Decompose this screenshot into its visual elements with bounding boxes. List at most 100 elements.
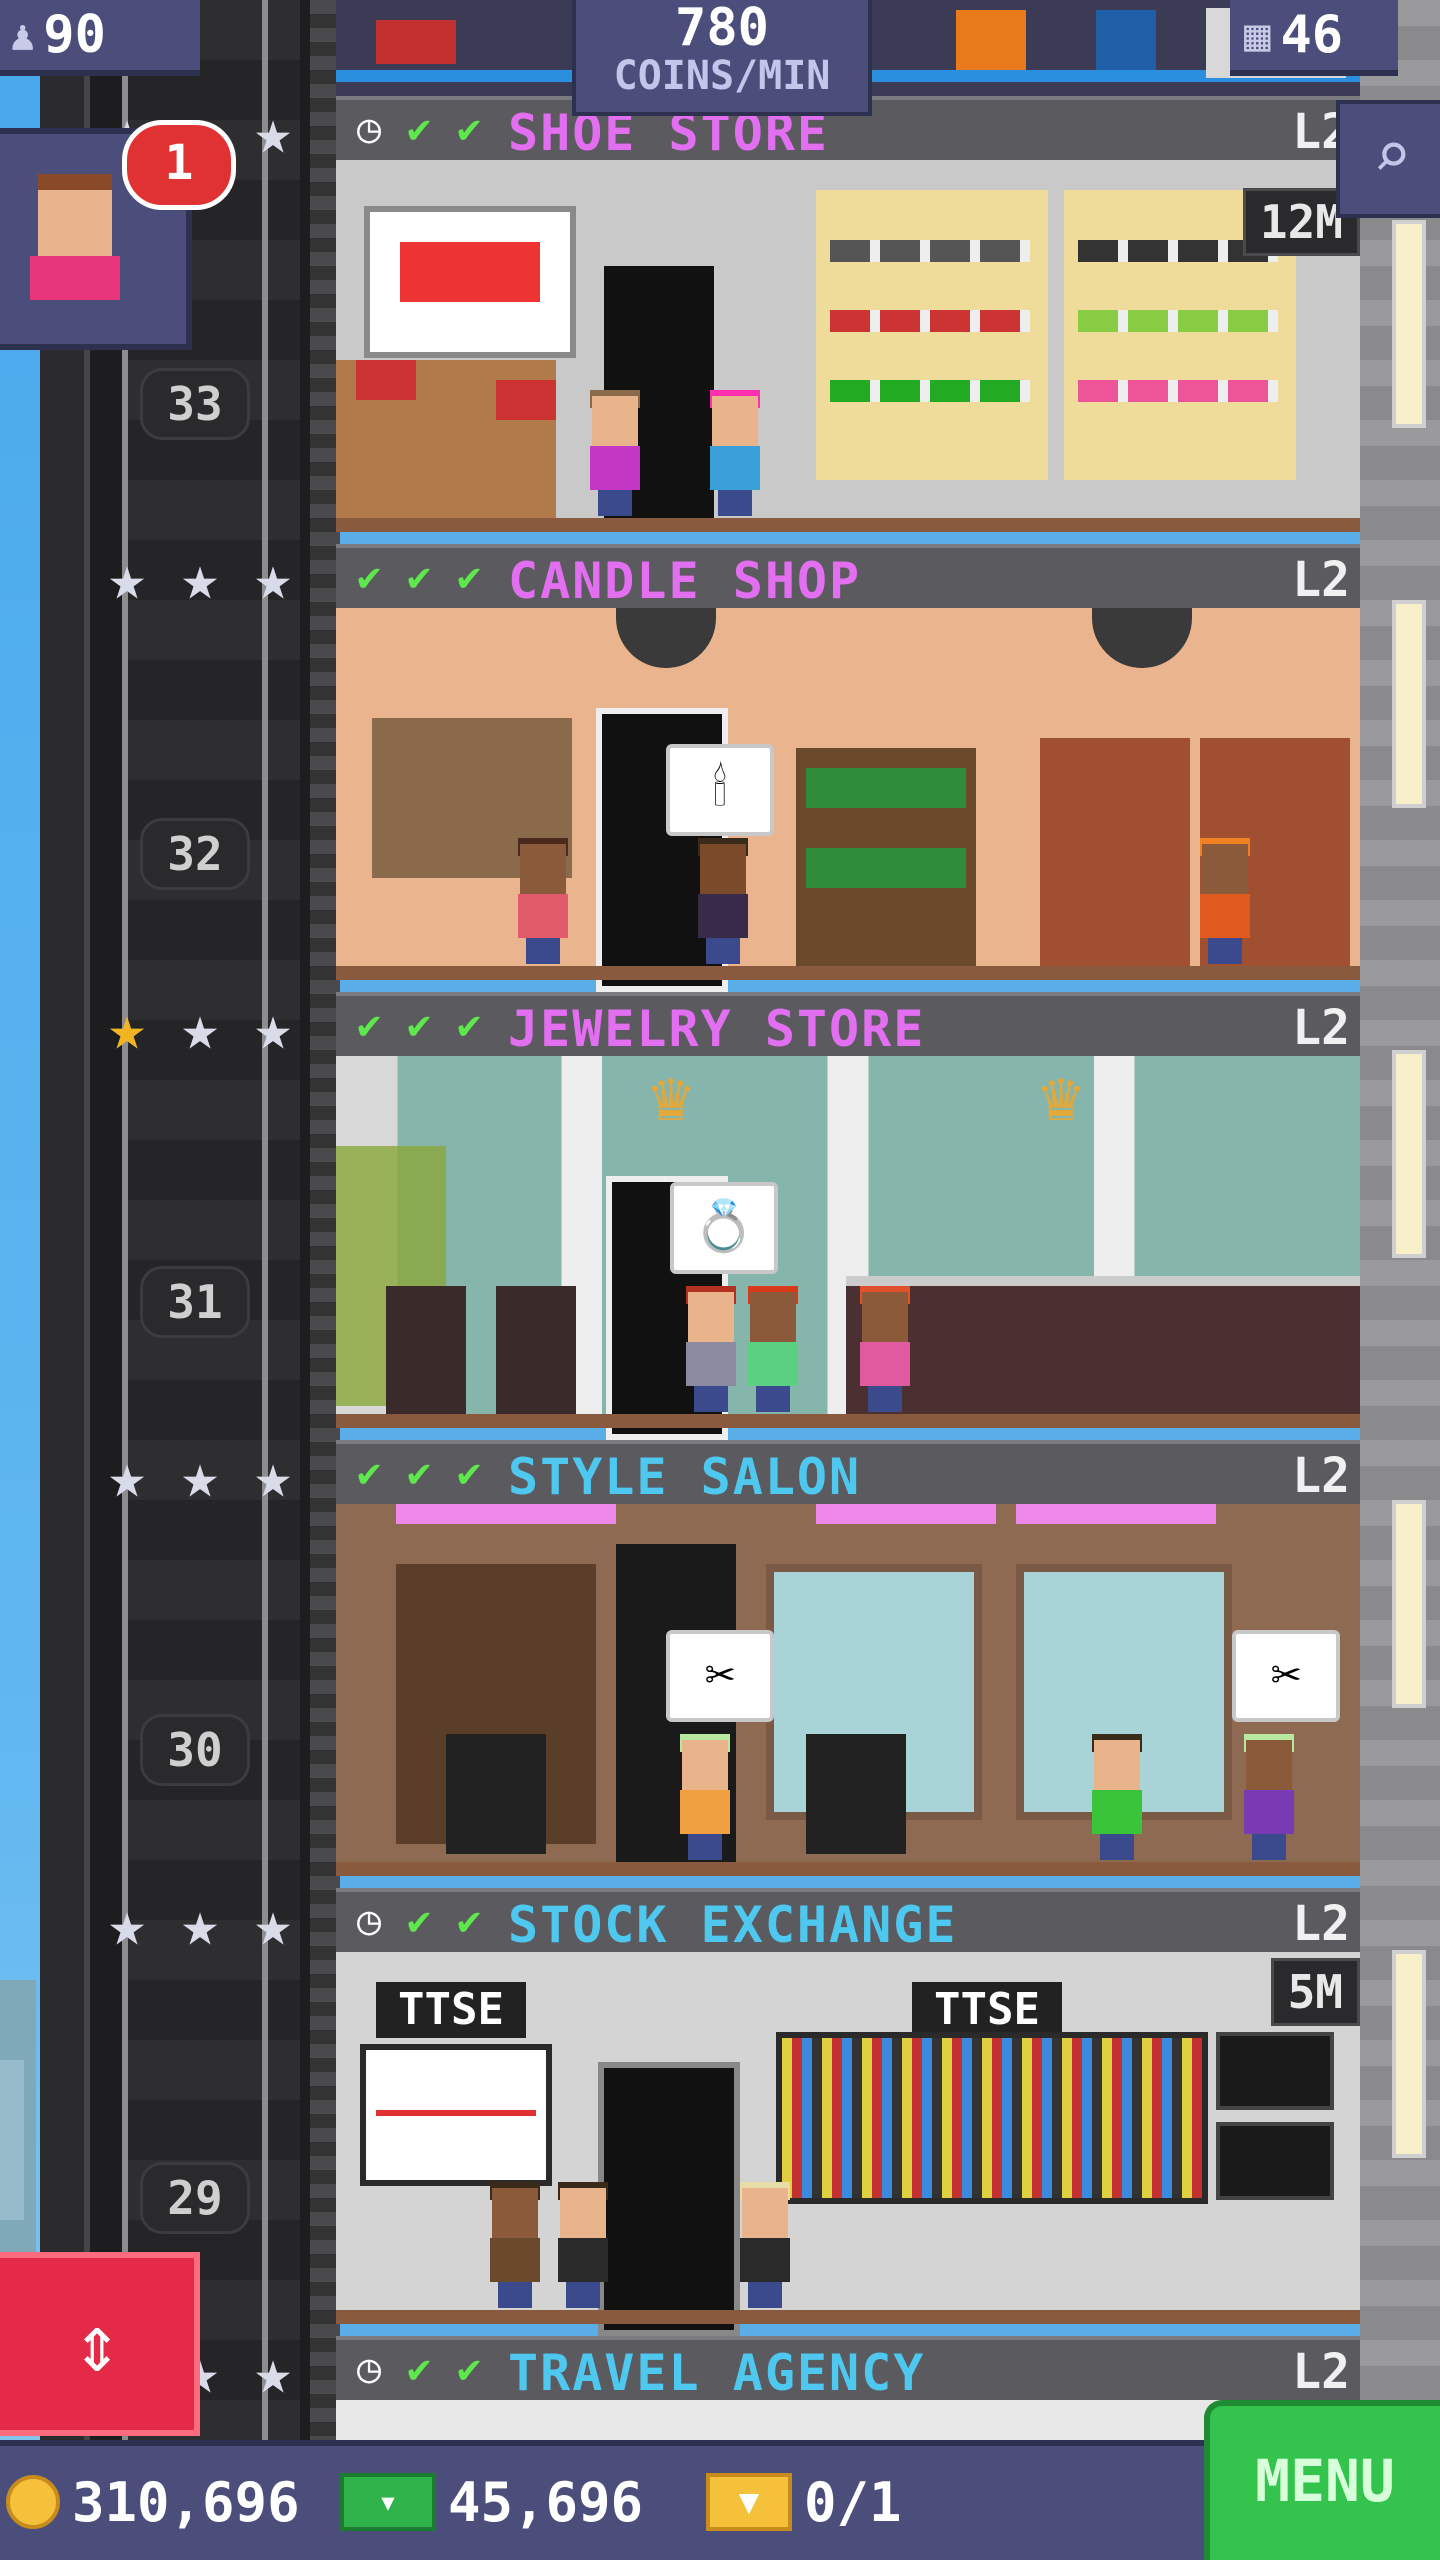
floor-level: L2 [1292,1448,1350,1504]
candle-table [796,748,976,968]
stock-monitor [1216,2032,1334,2110]
window [1392,600,1426,808]
restock-timer: 5M [1270,1958,1360,2026]
stock-chart-screen [360,2044,552,2186]
speech-bubble[interactable]: 💍 [670,1182,778,1274]
check-icon: ✔ [356,1450,382,1496]
floor-level: L2 [1292,552,1350,608]
room-stock-exchange: TTSE TTSE [336,1952,1360,2336]
floor-shoe-store[interactable]: ◷ ✔ ✔ SHOE STORE L2 12M [336,96,1360,544]
building-icon: ▦ [1244,9,1271,61]
stock-board [776,2032,1208,2204]
floor-stars: ★★★ [95,546,305,612]
customer[interactable] [554,2182,612,2308]
elevator-button[interactable]: ⇕ [0,2252,200,2436]
star-icon: ★ [254,95,292,168]
coins-counter[interactable]: 310,696 [6,2468,300,2536]
star-icon: ★ [254,541,292,614]
customer[interactable] [694,838,752,964]
stock-sign: TTSE [912,1982,1062,2038]
worker[interactable] [1088,1734,1146,1860]
check-icon: ✔ [456,1002,482,1048]
neon-strip [816,1504,996,1524]
floor-style-salon[interactable]: ✔ ✔ ✔ STYLE SALON L2 ✂ ✂ [336,1440,1360,1888]
shaft-wall [40,0,90,2440]
bux-value: 45,696 [448,2470,644,2534]
customer[interactable] [706,390,764,516]
star-icon: ★ [254,991,292,1064]
floor-candle-shop[interactable]: ✔ ✔ ✔ CANDLE SHOP L2 🕯 [336,544,1360,992]
stock-monitor [1216,2122,1334,2200]
floor-jewelry-store[interactable]: ✔ ✔ ✔ JEWELRY STORE L2 ♛ ♛ 💍 [336,992,1360,1440]
floor-name: TRAVEL AGENCY [508,2344,926,2402]
floor-name: JEWELRY STORE [508,1000,926,1058]
worker[interactable] [856,1286,914,1412]
floor-header: ◷ ✔ ✔ STOCK EXCHANGE L2 [336,1888,1360,1956]
elevator-rail [122,0,128,2440]
floor-header: ◷ ✔ ✔ TRAVEL AGENCY L2 [336,2336,1360,2404]
window [1392,220,1426,428]
floor-status: ✔ ✔ ✔ [346,1450,492,1496]
floor-stars: ★★★ [95,1892,305,1958]
floor-number: 31 [140,1266,250,1338]
check-icon: ✔ [456,1898,482,1944]
population-counter[interactable]: ♟ 90 [0,0,200,76]
window [1392,1050,1426,1258]
display-stand [386,1286,466,1416]
worker[interactable] [1196,838,1254,964]
shoe-box-stack [336,360,556,520]
floor-number: 29 [140,2162,250,2234]
gold-star-icon: ★ [108,991,146,1064]
floors-value: 46 [1280,5,1344,65]
speech-bubble[interactable]: ✂ [1232,1630,1340,1722]
star-icon: ★ [254,1887,292,1960]
clock-icon: ◷ [356,1898,382,1944]
customer[interactable] [744,1286,802,1412]
check-icon: ✔ [406,1450,432,1496]
star-icon: ★ [254,1439,292,1512]
check-icon: ✔ [456,1450,482,1496]
ceiling-lamp [616,608,716,668]
floor-level: L2 [1292,2344,1350,2400]
bux-counter[interactable]: ▾ 45,696 [340,2468,643,2536]
floor-header: ✔ ✔ ✔ STYLE SALON L2 [336,1440,1360,1508]
speech-bubble[interactable]: ✂ [666,1630,774,1722]
floor-number: 30 [140,1714,250,1786]
worker[interactable] [736,2182,794,2308]
check-icon: ✔ [456,2346,482,2392]
room-style-salon: ✂ ✂ [336,1504,1360,1876]
coins-per-min-value: 780 [675,0,769,58]
customer[interactable] [586,390,644,516]
customer[interactable] [676,1734,734,1860]
menu-button[interactable]: MENU [1204,2400,1440,2560]
tickets-value: 0/1 [804,2470,902,2534]
floors-counter[interactable]: ▦ 46 [1230,0,1398,76]
star-icon: ★ [181,991,219,1064]
tickets-counter[interactable]: ▼ 0/1 [706,2468,902,2536]
elevator-shaft[interactable] [40,0,340,2440]
room-candle-shop: 🕯 [336,608,1360,992]
clock-icon: ◷ [356,2346,382,2392]
floor-ground [336,518,1360,532]
floor-number: 33 [140,368,250,440]
notification-badge[interactable]: 1 [122,120,236,210]
speech-bubble[interactable]: 🕯 [666,744,774,836]
customer[interactable] [514,838,572,964]
floor-level: L2 [1292,1896,1350,1952]
floor-ground [336,2310,1360,2324]
check-icon: ✔ [356,1002,382,1048]
avatar [30,174,120,314]
chandelier-icon: ♛ [649,1055,693,1137]
customer[interactable] [682,1286,740,1412]
magnifier-icon: ⌕ [1372,119,1412,193]
customer[interactable] [1240,1734,1298,1860]
room-shoe-store [336,160,1360,532]
shaft-interior [124,0,300,2440]
floor-stock-exchange[interactable]: ◷ ✔ ✔ STOCK EXCHANGE L2 TTSE TTSE 5M [336,1888,1360,2336]
customer[interactable] [486,2182,544,2308]
display-counter [846,1276,1360,1426]
zoom-button[interactable]: ⌕ [1336,100,1440,218]
floor-status: ✔ ✔ ✔ [346,554,492,600]
room-door [598,2062,740,2336]
floor-status: ✔ ✔ ✔ [346,1002,492,1048]
